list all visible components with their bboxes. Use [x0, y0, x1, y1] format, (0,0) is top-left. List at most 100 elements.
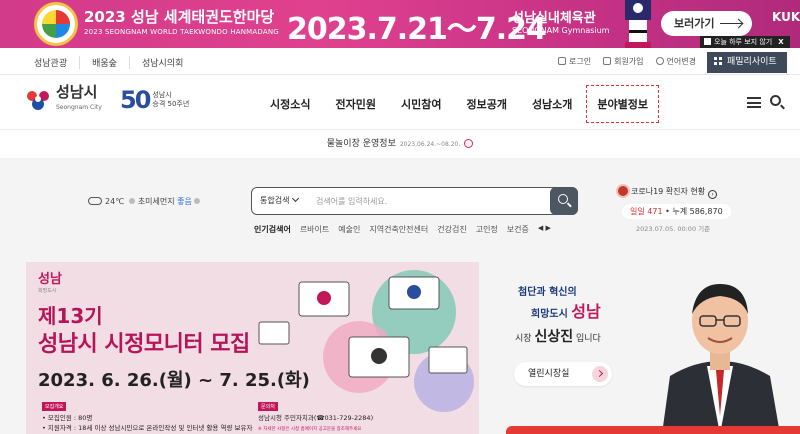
logo-english: Seongnam City: [56, 104, 102, 111]
promo-note: ※ 자세한 사항은 시청 홈페이지 공고문을 참조해주세요: [258, 427, 362, 432]
slogan-part-a: 첨단과 혁신의: [518, 287, 577, 298]
logo-name: 성남시: [56, 83, 98, 101]
search-category-select[interactable]: 통합검색: [260, 195, 298, 206]
dust-value: 좋음: [177, 197, 192, 206]
util-right: 로그인 회원가입 언어변경: [558, 56, 696, 67]
recruit-label: 모집개요: [42, 402, 67, 411]
banner-venue-en: SEONGNAM Gymnasium: [512, 26, 610, 35]
popular-keyword[interactable]: 보건증: [507, 224, 529, 235]
search-box: 통합검색: [251, 186, 578, 215]
covid-stats: 일일 471 • 누계 586,870: [622, 204, 731, 219]
popular-label: 인기검색어: [254, 225, 291, 234]
banner-subtitle: 2023 SEONGNAM WORLD TAEKWONDO HANMADANG: [84, 28, 279, 36]
nav-participation[interactable]: 시민참여: [401, 96, 441, 112]
site-logo[interactable]: 성남시 Seongnam City: [24, 85, 102, 115]
popular-keyword[interactable]: 지역건축안전센터: [369, 224, 428, 235]
slogan-city: 성남: [571, 302, 601, 321]
hanmadang-logo: [34, 2, 78, 46]
login-label: 로그인: [569, 57, 592, 66]
site-header: 성남시 Seongnam City 50 성남시 승격 50주년 시정소식 전자…: [0, 76, 800, 130]
link-learning[interactable]: 배움숲: [80, 56, 130, 69]
grid-icon: [714, 57, 722, 65]
event-banner[interactable]: 2023 성남 세계태권도한마당 2023 SEONGNAM WORLD TAE…: [0, 0, 800, 48]
promo-title-2: 성남시 시정모니터 모집: [38, 332, 250, 357]
contact-info: 성남시청 주민자치과(☎031-729-2284): [258, 414, 374, 422]
popular-keyword[interactable]: 건강검진: [437, 224, 466, 235]
popular-keyword[interactable]: 르바이트: [300, 224, 329, 235]
anniversary-line2: 승격 50주년: [152, 100, 190, 108]
nav-civil-service[interactable]: 전자민원: [335, 96, 375, 112]
view-button-label: 보러가기: [674, 17, 715, 30]
link-tourism[interactable]: 성남관광: [24, 56, 81, 69]
search-input[interactable]: [316, 193, 536, 209]
arrow-right-icon: [720, 23, 742, 24]
lock-icon: [558, 57, 566, 65]
search-button[interactable]: [550, 186, 578, 215]
promo-title-1: 제13기: [38, 304, 103, 328]
nav-info-disclosure[interactable]: 정보공개: [466, 96, 506, 112]
mayor-title-prefix: 시장: [515, 334, 532, 344]
nav-city-news[interactable]: 시정소식: [270, 96, 310, 112]
red-accent-bar: [506, 426, 800, 434]
checkbox-icon[interactable]: [704, 38, 711, 45]
banner-venue: 성남실내체육관: [512, 11, 596, 26]
nav-about[interactable]: 성남소개: [532, 96, 572, 112]
contact-label: 문의처: [258, 402, 278, 411]
popular-keywords: 인기검색어 르바이트 예술인 지역건축안전센터 건강검진 고인정 보건증 ◀ ▶: [254, 224, 551, 235]
dust-dot-icon: [129, 198, 136, 204]
mayor-intro: 시장 신상진 입니다: [515, 326, 601, 346]
covid-title-text: 코로나19 확진자 현황: [631, 187, 706, 196]
slogan-part-b: 희망도시: [531, 309, 568, 320]
recruit-count: • 모집인원 : 80명: [42, 414, 93, 422]
promo-badge-small: 희망도시: [38, 288, 57, 294]
covid-total: 누계 586,870: [672, 207, 723, 216]
mayor-photo: [662, 284, 780, 434]
mayor-slogan: 첨단과 혁신의: [518, 283, 577, 298]
open-mayor-office-button[interactable]: 열린시장실: [514, 362, 612, 386]
close-icon[interactable]: X: [778, 38, 783, 46]
search-icon: [558, 193, 568, 204]
chevron-right-icon: [592, 366, 608, 382]
user-icon: [603, 57, 612, 65]
promo-period: 2023. 6. 26.(월) ~ 7. 25.(화): [38, 370, 310, 391]
family-site-label: 패밀리사이트: [727, 57, 777, 67]
link-council[interactable]: 성남시의회: [130, 56, 195, 69]
nav-field-info[interactable]: 분야별정보: [586, 85, 659, 123]
notice-text: 물놀이장 운영정보: [326, 139, 396, 149]
menu-icon[interactable]: [747, 97, 761, 108]
banner-date: 2023.7.21～7.24: [287, 12, 547, 47]
seongnam-emblem-icon: [27, 91, 49, 110]
weather-widget: 24℃ 초미세먼지 좋음: [88, 196, 201, 207]
search-icon[interactable]: [770, 95, 781, 106]
main-nav: 시정소식 전자민원 시민참여 정보공개 성남소개 분야별정보: [270, 85, 673, 123]
view-button[interactable]: 보러가기: [661, 11, 752, 36]
anniversary-line1: 성남시: [152, 91, 172, 99]
open-mayor-office-label: 열린시장실: [528, 369, 570, 379]
logo-text: 성남시 Seongnam City: [56, 85, 102, 115]
recruit-qualification: • 지원자격 : 18세 이상 성남시민으로 온라인작성 및 인터넷 활용 역량…: [42, 424, 253, 432]
promo-banner[interactable]: 성남 희망도시 제13기 성남시 시정모니터 모집 2023. 6. 26.(월…: [26, 262, 479, 434]
popular-keyword[interactable]: 예술인: [338, 224, 360, 235]
mayor-name: 신상진: [534, 329, 574, 345]
mayor-title-suffix: 입니다: [575, 334, 601, 344]
anniversary-number: 50: [120, 86, 151, 114]
dust-label: 초미세먼지: [137, 197, 175, 206]
family-site-button[interactable]: 패밀리사이트: [707, 52, 787, 73]
mayor-slogan-2: 희망도시 성남: [531, 298, 601, 322]
signup-link[interactable]: 회원가입: [603, 56, 644, 67]
check-circle-icon: [464, 139, 474, 148]
language-link[interactable]: 언어변경: [655, 56, 696, 67]
covid-date: 2023.07.05. 00:00 기준: [636, 225, 711, 233]
covid-title[interactable]: 코로나19 확진자 현황 ›: [618, 186, 718, 199]
util-links: 성남관광 배움숲 성남시의회: [24, 56, 195, 69]
anniversary-badge: 50 성남시 승격 50주년: [120, 86, 189, 114]
popular-keyword[interactable]: 고인정: [476, 224, 498, 235]
virus-icon: [618, 186, 628, 196]
hide-today-button[interactable]: 오늘 하루 보지 않기 X: [700, 36, 790, 48]
notice-line[interactable]: 물놀이장 운영정보 2023.06.24.~08.20.: [0, 136, 800, 149]
prev-next-icon[interactable]: ◀ ▶: [538, 224, 551, 235]
login-link[interactable]: 로그인: [558, 56, 591, 67]
notice-date: 2023.06.24.~08.20.: [399, 141, 461, 148]
temperature: 24℃: [105, 197, 125, 206]
promo-badge: 성남 희망도시: [38, 268, 62, 294]
